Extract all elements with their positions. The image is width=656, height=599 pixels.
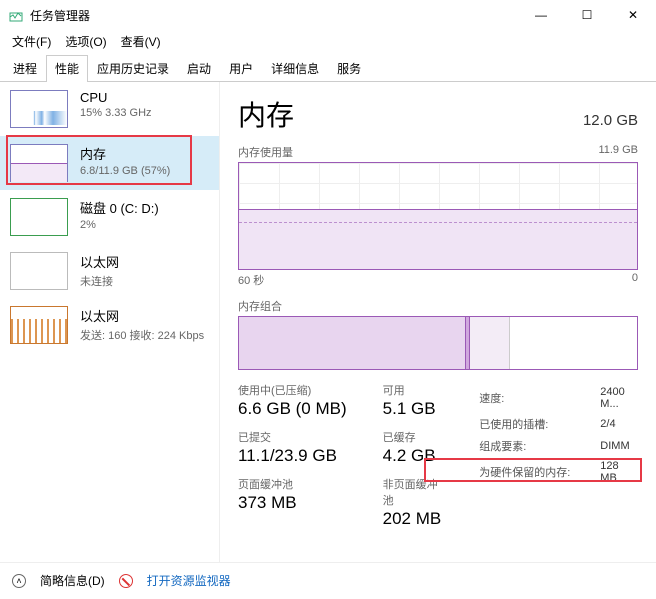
detail-slots-value: 2/4	[600, 414, 636, 434]
x-axis-left: 60 秒	[238, 272, 264, 288]
stat-committed-label: 已提交	[238, 429, 347, 445]
menu-view[interactable]: 查看(V)	[115, 31, 167, 52]
stat-paged-value: 373 MB	[238, 493, 347, 513]
detail-form-value: DIMM	[600, 436, 636, 456]
close-button[interactable]: ✕	[610, 0, 656, 30]
detail-speed-value: 2400 M...	[600, 384, 636, 412]
memory-total: 12.0 GB	[583, 112, 638, 129]
minimize-button[interactable]: —	[518, 0, 564, 30]
sidebar-eth2-sub: 发送: 160 接收: 224 Kbps	[80, 327, 204, 343]
memory-usage-chart[interactable]	[238, 162, 638, 270]
main-panel: 内存 12.0 GB 内存使用量 11.9 GB 60 秒 0 内存组合 使	[220, 82, 656, 562]
sidebar-item-ethernet-2[interactable]: 以太网 发送: 160 接收: 224 Kbps	[0, 298, 219, 352]
stat-committed-value: 11.1/23.9 GB	[238, 446, 347, 466]
memory-composition-chart[interactable]	[238, 316, 638, 370]
stat-cached-value: 4.2 GB	[383, 446, 442, 466]
stat-nonpaged-value: 202 MB	[383, 509, 442, 529]
stat-nonpaged-label: 非页面缓冲池	[383, 476, 442, 508]
sidebar-item-cpu[interactable]: CPU 15% 3.33 GHz	[0, 82, 219, 136]
sidebar-eth2-label: 以太网	[80, 306, 204, 325]
memory-thumb-icon	[10, 144, 68, 182]
sidebar-eth1-sub: 未连接	[80, 273, 119, 289]
sidebar: CPU 15% 3.33 GHz 内存 6.8/11.9 GB (57%) 磁盘…	[0, 82, 220, 562]
detail-form-label: 组成要素:	[479, 436, 598, 456]
stat-cached-label: 已缓存	[383, 429, 442, 445]
detail-speed-label: 速度:	[479, 384, 598, 412]
stat-paged-label: 页面缓冲池	[238, 476, 347, 492]
sidebar-memory-label: 内存	[80, 144, 170, 163]
app-icon	[8, 7, 24, 23]
maximize-button[interactable]: ☐	[564, 0, 610, 30]
open-resource-monitor-link[interactable]: 打开资源监视器	[147, 572, 231, 589]
sidebar-item-disk[interactable]: 磁盘 0 (C: D:) 2%	[0, 190, 219, 244]
ethernet-thumb-icon	[10, 252, 68, 290]
menu-options[interactable]: 选项(O)	[59, 31, 112, 52]
sidebar-item-ethernet-1[interactable]: 以太网 未连接	[0, 244, 219, 298]
tab-startup[interactable]: 启动	[178, 55, 220, 82]
resource-monitor-icon	[119, 574, 133, 588]
sidebar-disk-label: 磁盘 0 (C: D:)	[80, 198, 159, 217]
segment-in-use	[239, 317, 466, 369]
detail-reserved-value: 128 MB	[600, 458, 636, 486]
usage-chart-max: 11.9 GB	[598, 144, 638, 160]
menu-bar: 文件(F) 选项(O) 查看(V)	[0, 30, 656, 52]
stat-inuse-label: 使用中(已压缩)	[238, 382, 347, 398]
detail-reserved-label: 为硬件保留的内存:	[479, 458, 598, 486]
tab-processes[interactable]: 进程	[4, 55, 46, 82]
ethernet2-thumb-icon	[10, 306, 68, 344]
stat-inuse-value: 6.6 GB (0 MB)	[238, 399, 347, 419]
window-title: 任务管理器	[30, 7, 90, 24]
title-bar: 任务管理器 — ☐ ✕	[0, 0, 656, 30]
disk-thumb-icon	[10, 198, 68, 236]
tab-bar: 进程 性能 应用历史记录 启动 用户 详细信息 服务	[0, 54, 656, 82]
stat-avail-value: 5.1 GB	[383, 399, 442, 419]
segment-free	[510, 317, 637, 369]
tab-performance[interactable]: 性能	[46, 55, 88, 82]
tab-app-history[interactable]: 应用历史记录	[88, 55, 178, 82]
sidebar-memory-sub: 6.8/11.9 GB (57%)	[80, 165, 170, 177]
tab-services[interactable]: 服务	[328, 55, 370, 82]
stat-avail-label: 可用	[383, 382, 442, 398]
sidebar-disk-sub: 2%	[80, 219, 159, 231]
detail-slots-label: 已使用的插槽:	[479, 414, 598, 434]
cpu-thumb-icon	[10, 90, 68, 128]
segment-standby	[470, 317, 510, 369]
sidebar-item-memory[interactable]: 内存 6.8/11.9 GB (57%)	[0, 136, 219, 190]
menu-file[interactable]: 文件(F)	[6, 31, 57, 52]
composition-label: 内存组合	[238, 298, 282, 314]
tab-users[interactable]: 用户	[220, 55, 262, 82]
sidebar-eth1-label: 以太网	[80, 252, 119, 271]
sidebar-cpu-sub: 15% 3.33 GHz	[80, 107, 152, 119]
tab-details[interactable]: 详细信息	[262, 55, 328, 82]
x-axis-right: 0	[632, 272, 638, 288]
footer: ˄ 简略信息(D) 打开资源监视器	[0, 562, 656, 598]
sidebar-cpu-label: CPU	[80, 90, 152, 105]
fewer-details-link[interactable]: 简略信息(D)	[40, 572, 105, 589]
usage-chart-label: 内存使用量	[238, 144, 293, 160]
chevron-up-icon[interactable]: ˄	[12, 574, 26, 588]
page-title: 内存	[238, 94, 294, 134]
memory-details-table: 速度:2400 M... 已使用的插槽:2/4 组成要素:DIMM 为硬件保留的…	[477, 382, 638, 488]
